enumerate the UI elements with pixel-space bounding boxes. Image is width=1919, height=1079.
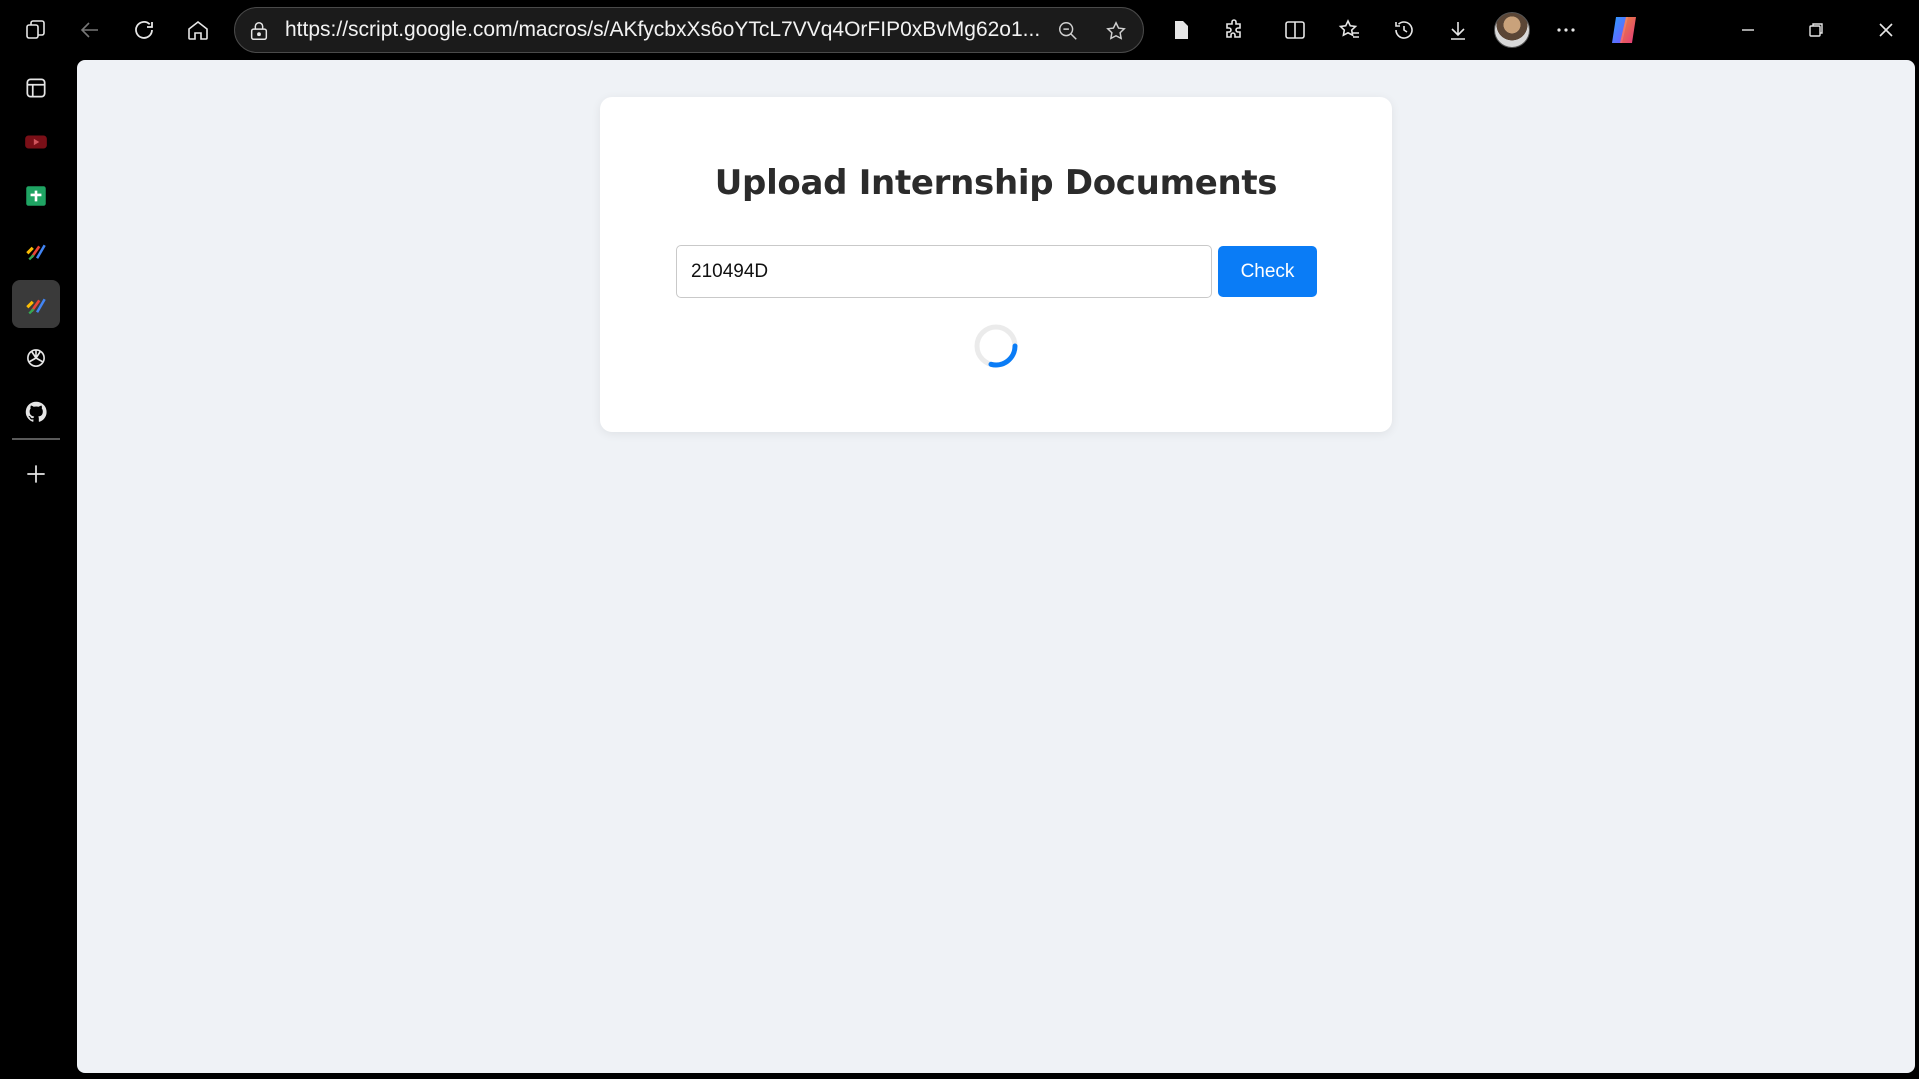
loading-spinner — [971, 321, 1021, 371]
browser-sidebar — [0, 60, 72, 1079]
home-icon[interactable] — [178, 10, 218, 50]
close-icon[interactable] — [1866, 10, 1906, 50]
download-icon[interactable] — [1438, 10, 1478, 50]
browser-toolbar: https://script.google.com/macros/s/AKfyc… — [0, 0, 1919, 60]
tab-layout-icon[interactable] — [12, 64, 60, 112]
github-icon[interactable] — [12, 388, 60, 436]
refresh-icon[interactable] — [124, 10, 164, 50]
student-id-input[interactable] — [676, 245, 1212, 298]
restore-icon[interactable] — [1796, 10, 1836, 50]
plus-icon[interactable] — [12, 450, 60, 498]
split-screen-icon[interactable] — [1275, 10, 1315, 50]
address-bar[interactable]: https://script.google.com/macros/s/AKfyc… — [234, 7, 1144, 53]
page-viewport: Upload Internship Documents Check — [77, 60, 1915, 1073]
apps-script-icon[interactable] — [12, 226, 60, 274]
favorites-icon[interactable] — [1330, 10, 1370, 50]
back-arrow-icon[interactable] — [70, 10, 110, 50]
copilot-icon[interactable] — [1606, 12, 1642, 48]
more-icon[interactable] — [1546, 10, 1586, 50]
zoom-out-icon[interactable] — [1055, 18, 1081, 44]
minimize-icon[interactable] — [1728, 10, 1768, 50]
puzzle-icon[interactable] — [1215, 10, 1255, 50]
lock-icon[interactable] — [247, 19, 271, 43]
page-title: Upload Internship Documents — [714, 163, 1278, 203]
check-button[interactable]: Check — [1218, 246, 1317, 297]
youtube-icon[interactable] — [12, 118, 60, 166]
history-icon[interactable] — [1384, 10, 1424, 50]
sheets-icon[interactable] — [12, 172, 60, 220]
address-url[interactable]: https://script.google.com/macros/s/AKfyc… — [285, 8, 1075, 52]
upload-card: Upload Internship Documents Check — [600, 97, 1392, 432]
document-icon[interactable] — [1161, 10, 1201, 50]
apps-script-icon[interactable] — [12, 280, 60, 328]
sidebar-divider — [12, 438, 60, 440]
profile-avatar[interactable] — [1494, 12, 1530, 48]
chatgpt-icon[interactable] — [12, 334, 60, 382]
star-icon[interactable] — [1103, 18, 1129, 44]
workspaces-icon[interactable] — [16, 10, 56, 50]
